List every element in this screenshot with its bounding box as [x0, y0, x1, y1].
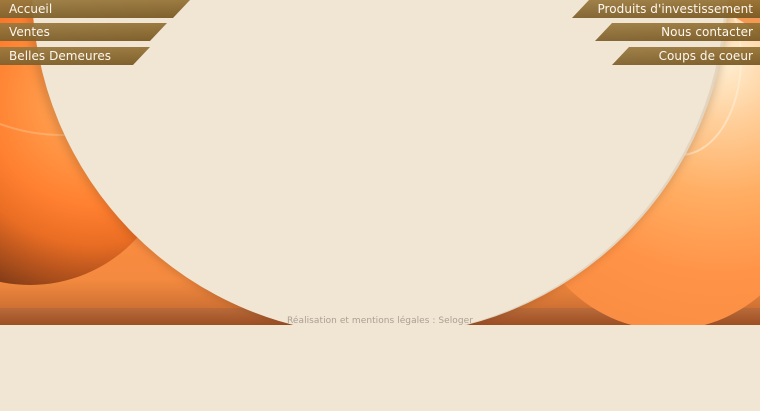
nav-produits-investissement[interactable]: Produits d'investissement — [572, 0, 760, 18]
nav-ventes-label: Ventes — [9, 25, 50, 39]
footer-legal-link-text[interactable]: Réalisation et mentions légales : Seloge… — [0, 316, 760, 326]
nav-coups-de-coeur[interactable]: Coups de coeur — [612, 47, 760, 65]
nav-ventes[interactable]: Ventes — [0, 23, 167, 41]
nav-nous-contacter[interactable]: Nous contacter — [595, 23, 760, 41]
nav-accueil-label: Accueil — [9, 2, 53, 16]
nav-produits-investissement-label: Produits d'investissement — [597, 2, 753, 16]
page-canvas: Accueil Ventes Belles Demeures Produits … — [0, 0, 760, 411]
nav-nous-contacter-label: Nous contacter — [661, 25, 753, 39]
nav-accueil[interactable]: Accueil — [0, 0, 190, 18]
bottom-background-area — [0, 325, 760, 411]
nav-belles-demeures-label: Belles Demeures — [9, 49, 112, 63]
nav-belles-demeures[interactable]: Belles Demeures — [0, 47, 150, 65]
nav-coups-de-coeur-label: Coups de coeur — [658, 49, 753, 63]
